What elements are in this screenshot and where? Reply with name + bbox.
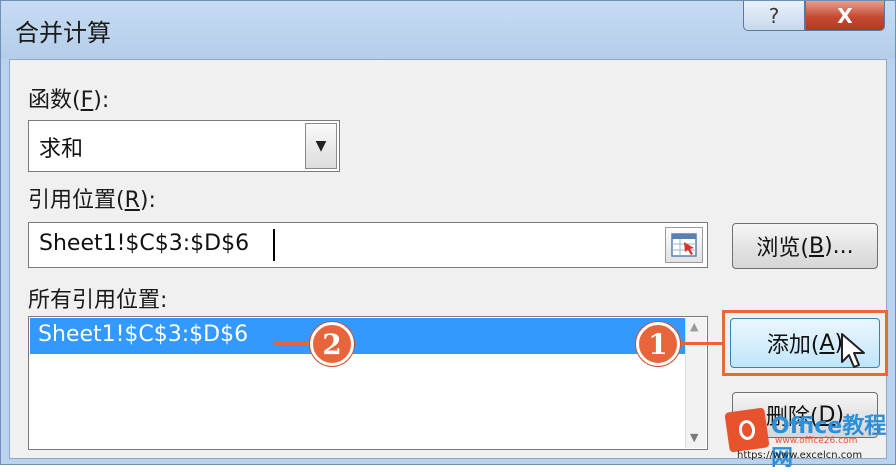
collapse-dialog-button[interactable]	[665, 227, 703, 263]
watermark-url-2: https://www.excelcn.com	[737, 450, 863, 461]
site-watermark: Office教程网 www.office26.com https://www.e…	[724, 407, 889, 471]
step-badge-2: 2	[310, 322, 354, 366]
help-button[interactable]: ?	[743, 1, 805, 31]
dropdown-arrow-icon[interactable]: ▼	[305, 123, 337, 169]
all-references-list[interactable]: Sheet1!$C$3:$D$6 ▲ ▼	[28, 316, 708, 450]
list-scrollbar[interactable]: ▲ ▼	[685, 318, 706, 448]
list-item[interactable]: Sheet1!$C$3:$D$6	[30, 318, 688, 354]
list-item-text: Sheet1!$C$3:$D$6	[38, 322, 249, 347]
browse-button[interactable]: 浏览(B)...	[732, 223, 878, 269]
function-dropdown[interactable]: 求和 ▼	[28, 120, 340, 172]
range-select-icon	[671, 233, 697, 257]
step-badge-1: 1	[636, 322, 680, 366]
office-logo-icon	[724, 407, 770, 453]
title-bar: 合并计算 ? X	[1, 1, 895, 59]
close-icon: X	[837, 3, 853, 28]
consolidate-dialog: 合并计算 ? X 函数(F): 求和 ▼ 引用位置(R): Sheet1!$C$…	[0, 0, 896, 471]
scroll-up-icon[interactable]: ▲	[690, 320, 698, 333]
reference-input[interactable]: Sheet1!$C$3:$D$6	[28, 222, 708, 268]
help-icon: ?	[768, 3, 780, 28]
function-value: 求和	[39, 137, 84, 162]
reference-label: 引用位置(R):	[28, 188, 156, 213]
mouse-cursor-icon	[841, 333, 865, 368]
text-caret	[273, 229, 275, 261]
reference-value: Sheet1!$C$3:$D$6	[39, 231, 250, 256]
function-label: 函数(F):	[28, 88, 110, 113]
watermark-url: www.office26.com	[775, 436, 858, 446]
close-button[interactable]: X	[805, 1, 885, 31]
scroll-down-icon[interactable]: ▼	[690, 431, 698, 444]
dialog-body: 函数(F): 求和 ▼ 引用位置(R): Sheet1!$C$3:$D$6 浏览…	[9, 59, 888, 459]
all-references-label: 所有引用位置:	[28, 288, 168, 313]
dialog-title: 合并计算	[15, 19, 111, 47]
